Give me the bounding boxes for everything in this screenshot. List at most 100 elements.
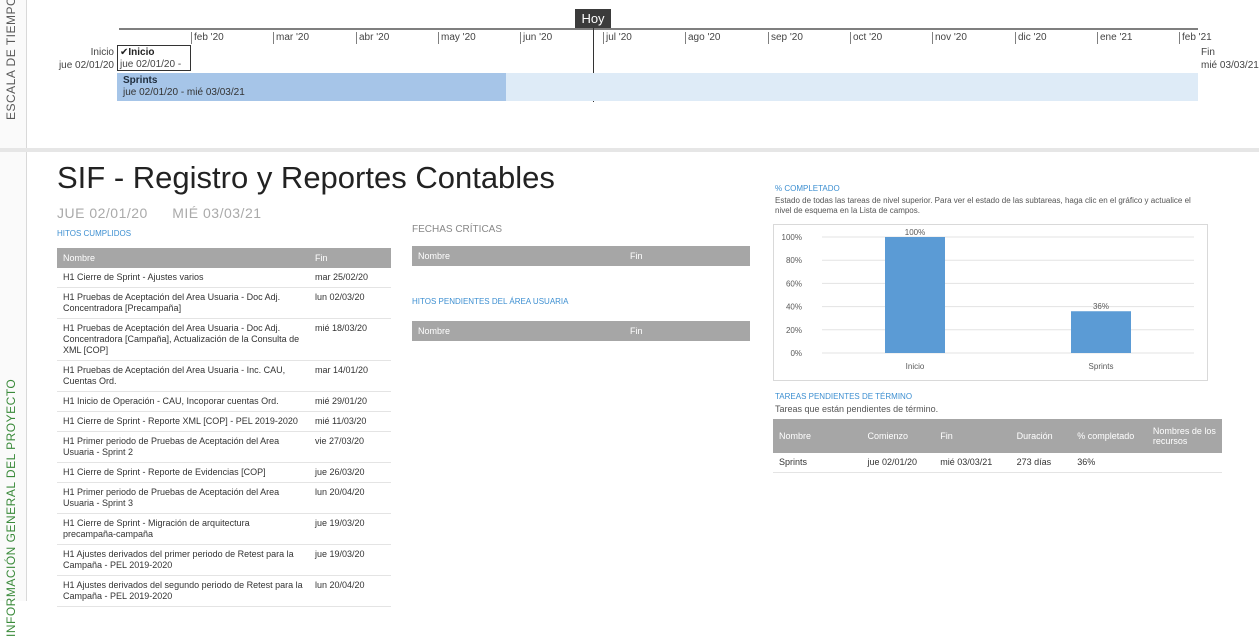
hito-fin: mié 11/03/20 — [309, 411, 391, 432]
column-header-nombre[interactable]: Nombre — [412, 246, 624, 266]
hitos-pendientes-heading: HITOS PENDIENTES DEL ÁREA USUARIA — [412, 297, 569, 306]
milestone-name: ✔Inicio — [120, 47, 155, 58]
hito-fin: mar 14/01/20 — [309, 360, 391, 392]
hito-nombre: H1 Cierre de Sprint - Reporte de Evidenc… — [57, 462, 309, 483]
y-tick-label: 100% — [782, 233, 802, 242]
timescale-month: ago '20 — [685, 32, 721, 44]
tarea-nombre: Sprints — [773, 453, 862, 473]
report-vertical-label-text: INFORMACIÓN GENERAL DEL PROYECTO — [4, 378, 18, 637]
tareas-pendientes-table[interactable]: Nombre Comienzo Fin Duración% completado Nom… — [773, 419, 1222, 473]
column-header-nombre[interactable]: Nombre — [57, 248, 309, 268]
milestone-date: jue 02/01/20 - — [120, 59, 182, 70]
chart-data-label: 36% — [1093, 302, 1109, 311]
hito-fin: lun 02/03/20 — [309, 287, 391, 319]
column-header-fin[interactable]: Fin — [309, 248, 391, 268]
timeline-start-date: jue 02/01/20 — [58, 60, 114, 71]
table-row[interactable]: H1 Cierre de Sprint - Reporte XML [COP] … — [57, 411, 391, 432]
column-header[interactable]: Comienzo — [861, 419, 935, 453]
y-tick-label: 80% — [786, 256, 802, 265]
timeline-vertical-label-text: ESCALA DE TIEMPO — [4, 0, 18, 120]
table-row[interactable]: H1 Cierre de Sprint - Ajustes varios mar … — [57, 268, 391, 288]
hito-fin: vie 27/03/20 — [309, 431, 391, 463]
completado-heading: % COMPLETADO — [775, 184, 840, 193]
tarea-recursos — [1146, 453, 1222, 473]
timescale[interactable]: feb '20 mar '20 abr '20 may '20 jun '20 jul '… — [119, 28, 1212, 46]
table-row[interactable]: H1 Primer periodo de Pruebas de Aceptaci… — [57, 431, 391, 463]
milestone-inicio[interactable]: ✔Inicio jue 02/01/20 - — [117, 45, 191, 71]
hito-nombre: H1 Cierre de Sprint - Reporte XML [COP] … — [57, 411, 309, 432]
column-header[interactable]: Nombre — [773, 419, 862, 453]
hito-nombre: H1 Ajustes derivados del segundo periodo… — [57, 575, 309, 607]
timescale-month: sep '20 — [768, 32, 803, 44]
timescale-month: dic '20 — [1015, 32, 1047, 44]
y-tick-label: 40% — [786, 303, 802, 312]
hitos-cumplidos-table[interactable]: Nombre Fin H1 Cierre de Sprint - Ajustes… — [57, 248, 391, 607]
timescale-month: jul '20 — [603, 32, 632, 44]
timescale-month: abr '20 — [356, 32, 389, 44]
table-row[interactable]: H1 Pruebas de Aceptación del Area Usuari… — [57, 360, 391, 392]
chart-bar-sprints[interactable] — [1071, 311, 1131, 353]
column-header[interactable]: Duración — [1010, 419, 1072, 453]
table-row[interactable]: H1 Ajustes derivados del segundo periodo… — [57, 575, 391, 607]
completado-description: Estado de todas las tareas de nivel supe… — [775, 196, 1191, 215]
timescale-month: oct '20 — [850, 32, 882, 44]
table-row[interactable]: H1 Cierre de Sprint - Migración de arqui… — [57, 513, 391, 545]
completado-chart[interactable]: 0% 20% 40% 60% 80% 100% 100% Inicio 36% Sprints — [773, 224, 1208, 381]
chart-bar-inicio[interactable] — [885, 237, 945, 353]
table-row[interactable]: H1 Pruebas de Aceptación del Area Usuari… — [57, 287, 391, 319]
column-header[interactable]: Fin — [934, 419, 1011, 453]
task-bar-sprints[interactable]: Sprints jue 02/01/20 - mié 03/03/21 — [117, 73, 1198, 101]
hito-fin: mié 29/01/20 — [309, 391, 391, 412]
table-row[interactable]: H1 Ajustes derivados del primer periodo … — [57, 544, 391, 576]
tareas-pendientes-subheading: Tareas que están pendientes de término. — [775, 404, 939, 414]
timeline-end: Fin mié 03/03/21 — [1201, 46, 1259, 72]
hito-nombre: H1 Primer periodo de Pruebas de Aceptaci… — [57, 431, 309, 463]
table-row[interactable]: H1 Pruebas de Aceptación del Area Usuari… — [57, 318, 391, 361]
hito-nombre: H1 Primer periodo de Pruebas de Aceptaci… — [57, 482, 309, 514]
hito-fin: mar 25/02/20 — [309, 268, 391, 288]
column-header-fin[interactable]: Fin — [624, 246, 750, 266]
hito-fin: jue 19/03/20 — [309, 544, 391, 576]
tareas-pendientes-heading: TAREAS PENDIENTES DE TÉRMINO — [775, 392, 913, 401]
timeline-panel: ESCALA DE TIEMPO feb '20 mar '20 abr '20 ma… — [0, 0, 1259, 152]
hito-nombre: H1 Cierre de Sprint - Ajustes varios — [57, 268, 309, 288]
x-tick-label: Inicio — [906, 362, 925, 371]
column-header[interactable]: Nombres de los recursos — [1146, 419, 1222, 453]
hito-fin: mié 18/03/20 — [309, 318, 391, 361]
timescale-month: may '20 — [438, 32, 476, 44]
today-marker-label: Hoy — [575, 9, 611, 28]
timescale-month: feb '21 — [1179, 32, 1212, 44]
hito-nombre: H1 Pruebas de Aceptación del Area Usuari… — [57, 287, 309, 319]
task-bar-text: Sprints jue 02/01/20 - mié 03/03/21 — [123, 75, 245, 99]
table-row[interactable]: Sprints jue 02/01/20 mié 03/03/21 273 días 3… — [773, 453, 1222, 473]
timeline-start: Inicio jue 02/01/20 — [40, 46, 114, 72]
column-header-fin[interactable]: Fin — [624, 321, 750, 341]
table-row[interactable]: H1 Primer periodo de Pruebas de Aceptaci… — [57, 482, 391, 514]
timescale-month: ene '21 — [1097, 32, 1133, 44]
column-header[interactable]: % completado — [1071, 419, 1147, 453]
table-row[interactable]: H1 Cierre de Sprint - Reporte de Evidenc… — [57, 462, 391, 483]
timescale-month: mar '20 — [273, 32, 309, 44]
hito-nombre: H1 Ajustes derivados del primer periodo … — [57, 544, 309, 576]
hitos-pendientes-table[interactable]: Nombre Fin — [412, 321, 750, 341]
tarea-duracion: 273 días — [1010, 453, 1072, 473]
column-header-nombre[interactable]: Nombre — [412, 321, 624, 341]
hito-fin: jue 19/03/20 — [309, 513, 391, 545]
project-dates: JUE 02/01/20 MIÉ 03/03/21 — [57, 205, 282, 221]
timeline-start-label: Inicio — [90, 47, 114, 58]
hito-nombre: H1 Pruebas de Aceptación del Area Usuari… — [57, 360, 309, 392]
task-bar-name: Sprints — [123, 75, 158, 86]
y-tick-label: 20% — [786, 326, 802, 335]
hito-fin: lun 20/04/20 — [309, 575, 391, 607]
completado-chart-svg: 0% 20% 40% 60% 80% 100% 100% Inicio 36% Sprints — [782, 228, 1194, 371]
timescale-month: jun '20 — [520, 32, 552, 44]
table-row[interactable]: H1 Inicio de Operación - CAU, Incoporar … — [57, 391, 391, 412]
timeline-end-date: mié 03/03/21 — [1201, 60, 1259, 71]
project-start: JUE 02/01/20 — [57, 205, 148, 221]
timescale-month: nov '20 — [932, 32, 967, 44]
fechas-criticas-table[interactable]: Nombre Fin — [412, 246, 750, 266]
timeline-vertical-label: ESCALA DE TIEMPO — [0, 0, 27, 148]
x-tick-label: Sprints — [1089, 362, 1114, 371]
hitos-cumplidos-heading: HITOS CUMPLIDOS — [57, 229, 132, 238]
timeline-end-label: Fin — [1201, 47, 1215, 58]
